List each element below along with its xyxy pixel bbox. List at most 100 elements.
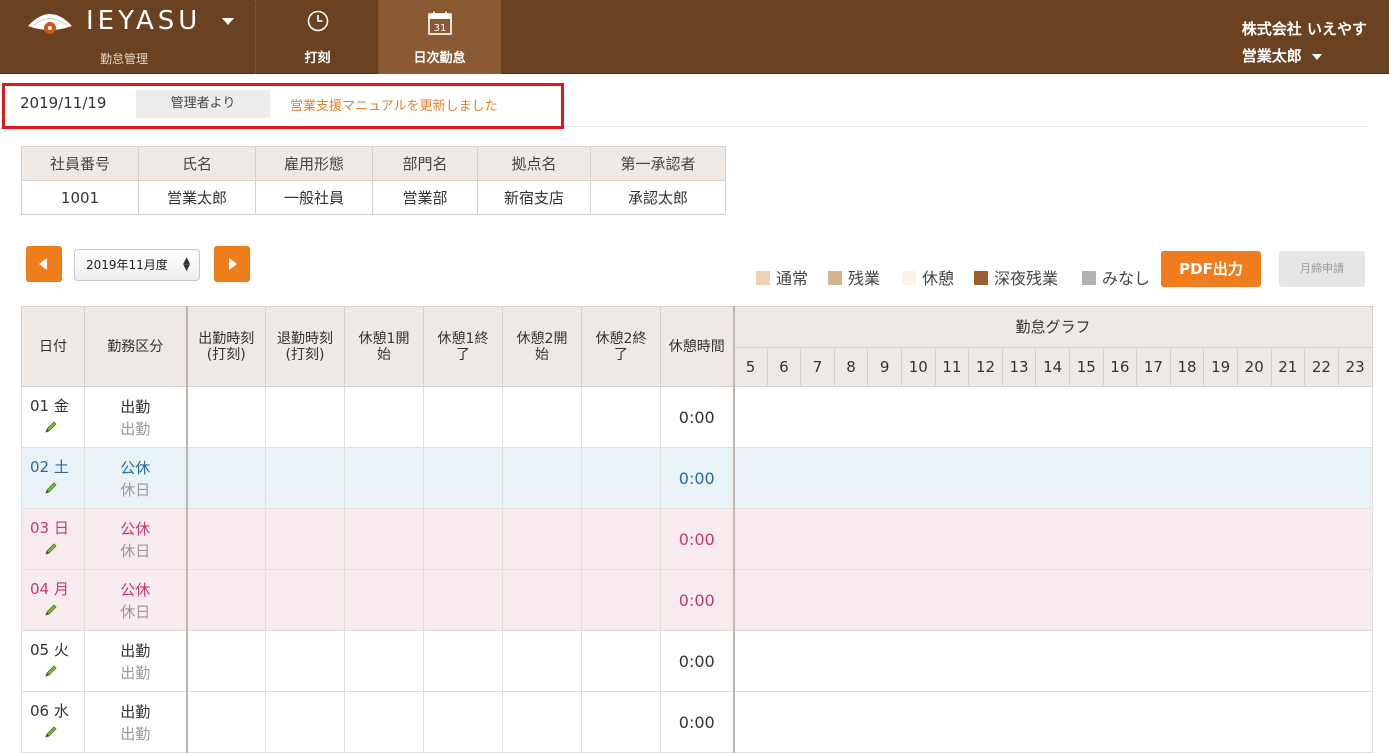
clock-in-cell[interactable] — [186, 508, 266, 570]
graph-hour-20: 20 — [1236, 347, 1272, 387]
break1-start-cell[interactable] — [344, 447, 424, 509]
graph-hour-15: 15 — [1068, 347, 1104, 387]
break2-end-cell[interactable] — [581, 630, 661, 692]
first-approver-header: 第一承認者 — [590, 146, 726, 181]
break1-end-cell[interactable] — [423, 508, 503, 570]
attendance-rows: 01 金出勤 出勤 0:00 02 土公休 休日 0:00 03 日公休 休日 0:00 04 月… — [21, 386, 1373, 753]
clock-out-cell[interactable] — [265, 630, 345, 692]
col-header-break2-start: 休憩2開始 — [502, 306, 582, 387]
break1-start-cell[interactable] — [344, 508, 424, 570]
day-number: 04 — [30, 580, 50, 598]
col-header-break2-start-line2: 始 — [535, 346, 549, 363]
period-select[interactable]: 2019年11月度 ▲ ▼ — [74, 249, 200, 281]
brand-dropdown-caret-icon — [222, 18, 234, 25]
col-header-work-kind: 勤務区分 — [84, 306, 188, 387]
edit-pencil-icon[interactable] — [44, 420, 58, 434]
graph-hour-18: 18 — [1169, 347, 1205, 387]
nav-clock-in[interactable]: 打刻 — [257, 0, 379, 74]
work-kind-cell: 出勤 出勤 — [84, 386, 188, 448]
break2-end-cell[interactable] — [581, 691, 661, 753]
calendar-icon: 31 — [427, 11, 452, 35]
clock-in-cell[interactable] — [186, 630, 266, 692]
arrow-right-icon — [229, 258, 237, 270]
clock-out-cell[interactable] — [265, 508, 345, 570]
break1-end-cell[interactable] — [423, 691, 503, 753]
break1-end-cell[interactable] — [423, 630, 503, 692]
graph-hour-5: 5 — [733, 347, 768, 387]
break2-start-cell[interactable] — [502, 386, 582, 448]
clock-out-cell[interactable] — [265, 447, 345, 509]
col-header-attendance-graph: 勤怠グラフ — [733, 306, 1373, 348]
clock-out-cell[interactable] — [265, 569, 345, 631]
break2-start-cell[interactable] — [502, 508, 582, 570]
company-name: 株式会社 いえやす — [1241, 20, 1367, 38]
legend-swatch-normal — [756, 271, 770, 285]
weekday: 月 — [53, 580, 69, 598]
edit-pencil-icon[interactable] — [44, 664, 58, 678]
break2-end-cell[interactable] — [581, 569, 661, 631]
monthly-close-request-button[interactable]: 月締申請 — [1279, 251, 1365, 287]
first-approver-value: 承認太郎 — [590, 180, 726, 215]
app-brand-menu[interactable]: IEYASU 勤怠管理 — [0, 0, 256, 74]
app-subtitle: 勤怠管理 — [100, 52, 149, 66]
date-cell: 02 土 — [21, 447, 85, 509]
nav-daily-attendance-label: 日次勤怠 — [413, 51, 466, 66]
break1-start-cell[interactable] — [344, 569, 424, 631]
clock-in-cell[interactable] — [186, 569, 266, 631]
break-time-cell: 0:00 — [660, 447, 735, 509]
break1-start-cell[interactable] — [344, 691, 424, 753]
edit-pencil-icon[interactable] — [44, 542, 58, 556]
col-header-clock-in-line1: 出勤時刻 — [198, 330, 255, 347]
graph-hour-14: 14 — [1035, 347, 1070, 387]
weekday: 水 — [53, 702, 69, 720]
break2-start-cell[interactable] — [502, 630, 582, 692]
attendance-graph-cell — [733, 630, 1373, 692]
break2-end-cell[interactable] — [581, 386, 661, 448]
clock-in-cell[interactable] — [186, 691, 266, 753]
employee-info-table: 社員番号 氏名 雇用形態 部門名 拠点名 第一承認者 1001 営業太郎 一般社… — [21, 146, 726, 215]
day-number: 02 — [30, 458, 50, 476]
user-menu[interactable]: 営業太郎 — [1242, 45, 1367, 66]
break-time-cell: 0:00 — [660, 630, 735, 692]
clock-out-cell[interactable] — [265, 691, 345, 753]
date-cell: 04 月 — [21, 569, 85, 631]
legend-label-overtime: 残業 — [848, 269, 881, 288]
break1-end-cell[interactable] — [423, 569, 503, 631]
work-kind: 出勤 — [120, 398, 151, 416]
attendance-graph-cell — [733, 569, 1373, 631]
pdf-export-button[interactable]: PDF出力 — [1161, 251, 1261, 287]
break2-end-cell[interactable] — [581, 508, 661, 570]
break-time-cell: 0:00 — [660, 691, 735, 753]
edit-pencil-icon[interactable] — [44, 481, 58, 495]
previous-period-button[interactable] — [26, 246, 62, 282]
edit-pencil-icon[interactable] — [44, 603, 58, 617]
break2-start-cell[interactable] — [502, 691, 582, 753]
graph-hour-7: 7 — [800, 347, 835, 387]
break2-start-cell[interactable] — [502, 569, 582, 631]
notice-divider — [566, 126, 1369, 127]
work-kind-sub: 出勤 — [120, 420, 151, 438]
legend-label-normal: 通常 — [776, 269, 809, 288]
notice-message-link[interactable]: 営業支援マニュアルを更新しました — [290, 95, 498, 114]
clock-in-cell[interactable] — [186, 447, 266, 509]
break2-start-cell[interactable] — [502, 447, 582, 509]
work-kind-sub: 休日 — [120, 603, 151, 621]
break1-end-cell[interactable] — [423, 447, 503, 509]
clock-in-cell[interactable] — [186, 386, 266, 448]
break2-end-cell[interactable] — [581, 447, 661, 509]
work-kind-cell: 出勤 出勤 — [84, 691, 188, 753]
work-kind-cell: 公休 休日 — [84, 447, 188, 509]
col-header-break1-end: 休憩1終了 — [423, 306, 503, 387]
edit-pencil-icon[interactable] — [44, 725, 58, 739]
col-header-break2-start-line1: 休憩2開 — [516, 330, 568, 347]
break1-start-cell[interactable] — [344, 630, 424, 692]
break1-end-cell[interactable] — [423, 386, 503, 448]
work-kind-sub: 休日 — [120, 542, 151, 560]
legend-swatch-break — [902, 271, 916, 285]
legend-item-overtime: 残業 — [828, 265, 880, 289]
break1-start-cell[interactable] — [344, 386, 424, 448]
legend-label-break: 休憩 — [922, 269, 955, 288]
next-period-button[interactable] — [214, 246, 250, 282]
clock-out-cell[interactable] — [265, 386, 345, 448]
nav-daily-attendance[interactable]: 31 日次勤怠 — [379, 0, 501, 74]
